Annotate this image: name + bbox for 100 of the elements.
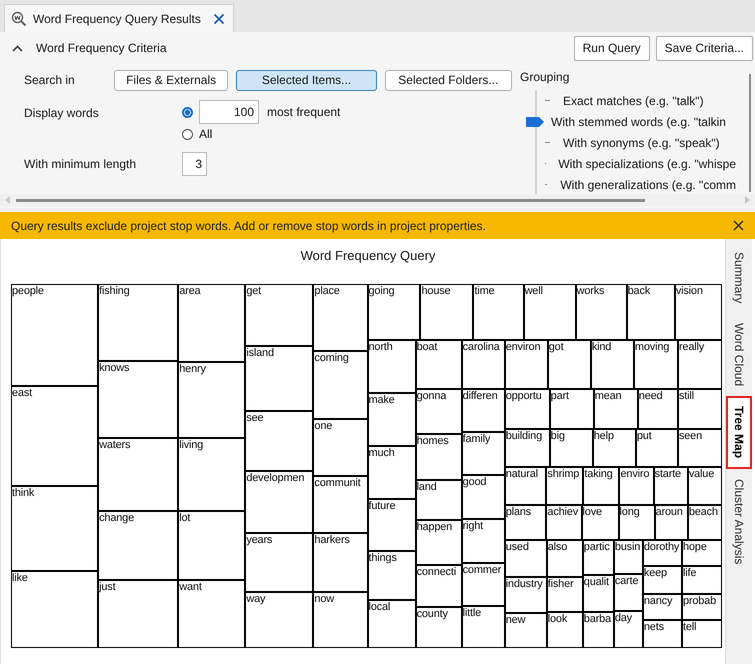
tree-map-cell: henry: [178, 362, 246, 438]
tree-map-cell: good: [462, 475, 505, 519]
radio-button[interactable]: [182, 128, 193, 140]
tree-map-cell: now: [313, 592, 368, 648]
search-scope-button[interactable]: Files & Externals: [114, 70, 228, 90]
grouping-option[interactable]: Exact matches (e.g. "talk"): [563, 94, 704, 108]
tree-map-cell: hope: [682, 540, 722, 566]
tree-map-cell: really: [678, 340, 722, 390]
tree-map-cell: starte: [654, 466, 688, 505]
tree-map-cell: beach: [688, 504, 722, 540]
tree-map-cell: building: [504, 429, 550, 467]
action-button[interactable]: Run Query: [574, 36, 650, 60]
document-tab[interactable]: Word Frequency Query Results: [4, 4, 234, 32]
radio-button[interactable]: [182, 106, 193, 118]
tree-map-cell: fisher: [546, 576, 583, 612]
tree-map-cell: opportu: [504, 389, 550, 430]
view-tab[interactable]: Word Cloud: [726, 313, 752, 396]
tree-map-cell: lot: [178, 511, 246, 580]
tree-map-cell: big: [550, 429, 593, 467]
tree-map-cell: living: [178, 438, 246, 512]
tree-map-cell: day: [614, 610, 643, 648]
tree-map-cell: vision: [674, 284, 722, 340]
tree-map-cell: north: [368, 340, 416, 394]
tree-map-cell: natural: [504, 466, 546, 505]
tree-map-cell: mean: [594, 389, 638, 430]
tree-map-cell: change: [98, 511, 178, 580]
grouping-option[interactable]: With specializations (e.g. "whispe: [558, 156, 736, 170]
view-tab[interactable]: Cluster Analysis: [726, 468, 752, 574]
count-field[interactable]: 100: [199, 100, 259, 124]
tree-map-cell: seen: [678, 429, 722, 467]
tree-map-cell: house: [420, 284, 474, 340]
tree-map-cell: probab: [682, 594, 722, 620]
grouping-label: Grouping: [520, 70, 570, 84]
notice-text: Query results exclude project stop words. Add or remove stop words in project properties.: [11, 218, 486, 232]
tree-map-cell: time: [473, 284, 524, 340]
criteria-title: Word Frequency Criteria: [36, 41, 166, 55]
tree-map-cell: way: [245, 592, 314, 648]
tree-map-cell: harkers: [313, 533, 368, 592]
view-tab[interactable]: Tree Map: [726, 396, 752, 469]
grouping-option[interactable]: With stemmed words (e.g. "talkin: [551, 114, 726, 128]
tree-map-cell: also: [546, 540, 583, 577]
tree-map-cell: back: [626, 284, 675, 340]
tree-map-cell: want: [178, 580, 246, 648]
tree-map-cell: value: [688, 466, 722, 505]
tree-map-cell: nets: [642, 620, 682, 648]
tree-map-cell: need: [638, 389, 678, 430]
tree-map-cell: tell: [682, 620, 722, 648]
tree-map-cell: think: [11, 486, 98, 572]
close-icon[interactable]: [212, 12, 225, 24]
tree-map-cell: plans: [504, 504, 546, 540]
magnifier-icon: [11, 10, 27, 26]
tree-map-cell: put: [636, 429, 678, 467]
tree-map-cell: just: [98, 580, 178, 648]
field-label: Display words: [24, 105, 100, 122]
tree-map-cell: barba: [582, 612, 614, 648]
tree-map-cell: boat: [416, 340, 462, 390]
option-label: most frequent: [267, 105, 340, 119]
grouping-option[interactable]: With generalizations (e.g. "comm: [560, 178, 736, 192]
grouping-option[interactable]: With synonyms (e.g. "speak"): [563, 136, 720, 150]
tree-map-cell: life: [682, 566, 722, 594]
tree-map-cell: communit: [313, 476, 368, 534]
tree-map-cell: local: [368, 600, 416, 648]
tree-map-cell: environ: [504, 340, 548, 390]
tree-map-cell: look: [546, 612, 583, 648]
tree-map-cell: new: [504, 612, 547, 648]
tree-map-cell: land: [416, 480, 462, 520]
length-field[interactable]: 3: [182, 152, 207, 176]
tree-map-cell: used: [504, 540, 547, 577]
tree-map-cell: aroun: [654, 504, 688, 540]
tree-map-cell: partic: [582, 540, 614, 575]
tree-map-cell: make: [368, 393, 416, 446]
tree-map-cell: keep: [642, 566, 682, 594]
tree-map-cell: commer: [462, 562, 505, 606]
tree-map-cell: taking: [583, 466, 620, 505]
tree-map-cell: carte: [614, 574, 643, 611]
tree-map-cell: nancy: [642, 594, 682, 620]
tree-map-cell: coming: [313, 350, 368, 419]
tree-map-cell: like: [11, 571, 98, 648]
tree-map-cell: busin: [614, 540, 643, 574]
tree-map-cell: one: [313, 418, 368, 476]
tree-map-cell: enviro: [619, 466, 654, 505]
collapse-chevron-icon[interactable]: [12, 44, 23, 52]
slider-thumb[interactable]: [526, 116, 544, 126]
tree-map-cell: people: [11, 284, 98, 386]
tree-map-cell: qualit: [582, 574, 614, 612]
tree-map-cell: got: [548, 340, 591, 390]
tree-map-cell: waters: [98, 438, 178, 512]
tree-map-cell: moving: [634, 340, 678, 390]
tree-map-cell: kind: [590, 340, 634, 390]
field-label: Search in: [24, 73, 76, 87]
tree-map-cell: get: [245, 284, 314, 346]
close-icon[interactable]: [733, 220, 744, 231]
view-tab[interactable]: Summary: [726, 242, 752, 314]
option-label: All: [199, 127, 212, 141]
tree-map-cell: homes: [416, 434, 462, 480]
tree-map-cell: dorothy: [642, 540, 682, 566]
action-button[interactable]: Save Criteria...: [656, 36, 753, 60]
search-scope-button[interactable]: Selected Folders...: [384, 70, 512, 90]
tree-map-cell: differen: [462, 389, 505, 432]
search-scope-button[interactable]: Selected Items...: [236, 70, 377, 90]
